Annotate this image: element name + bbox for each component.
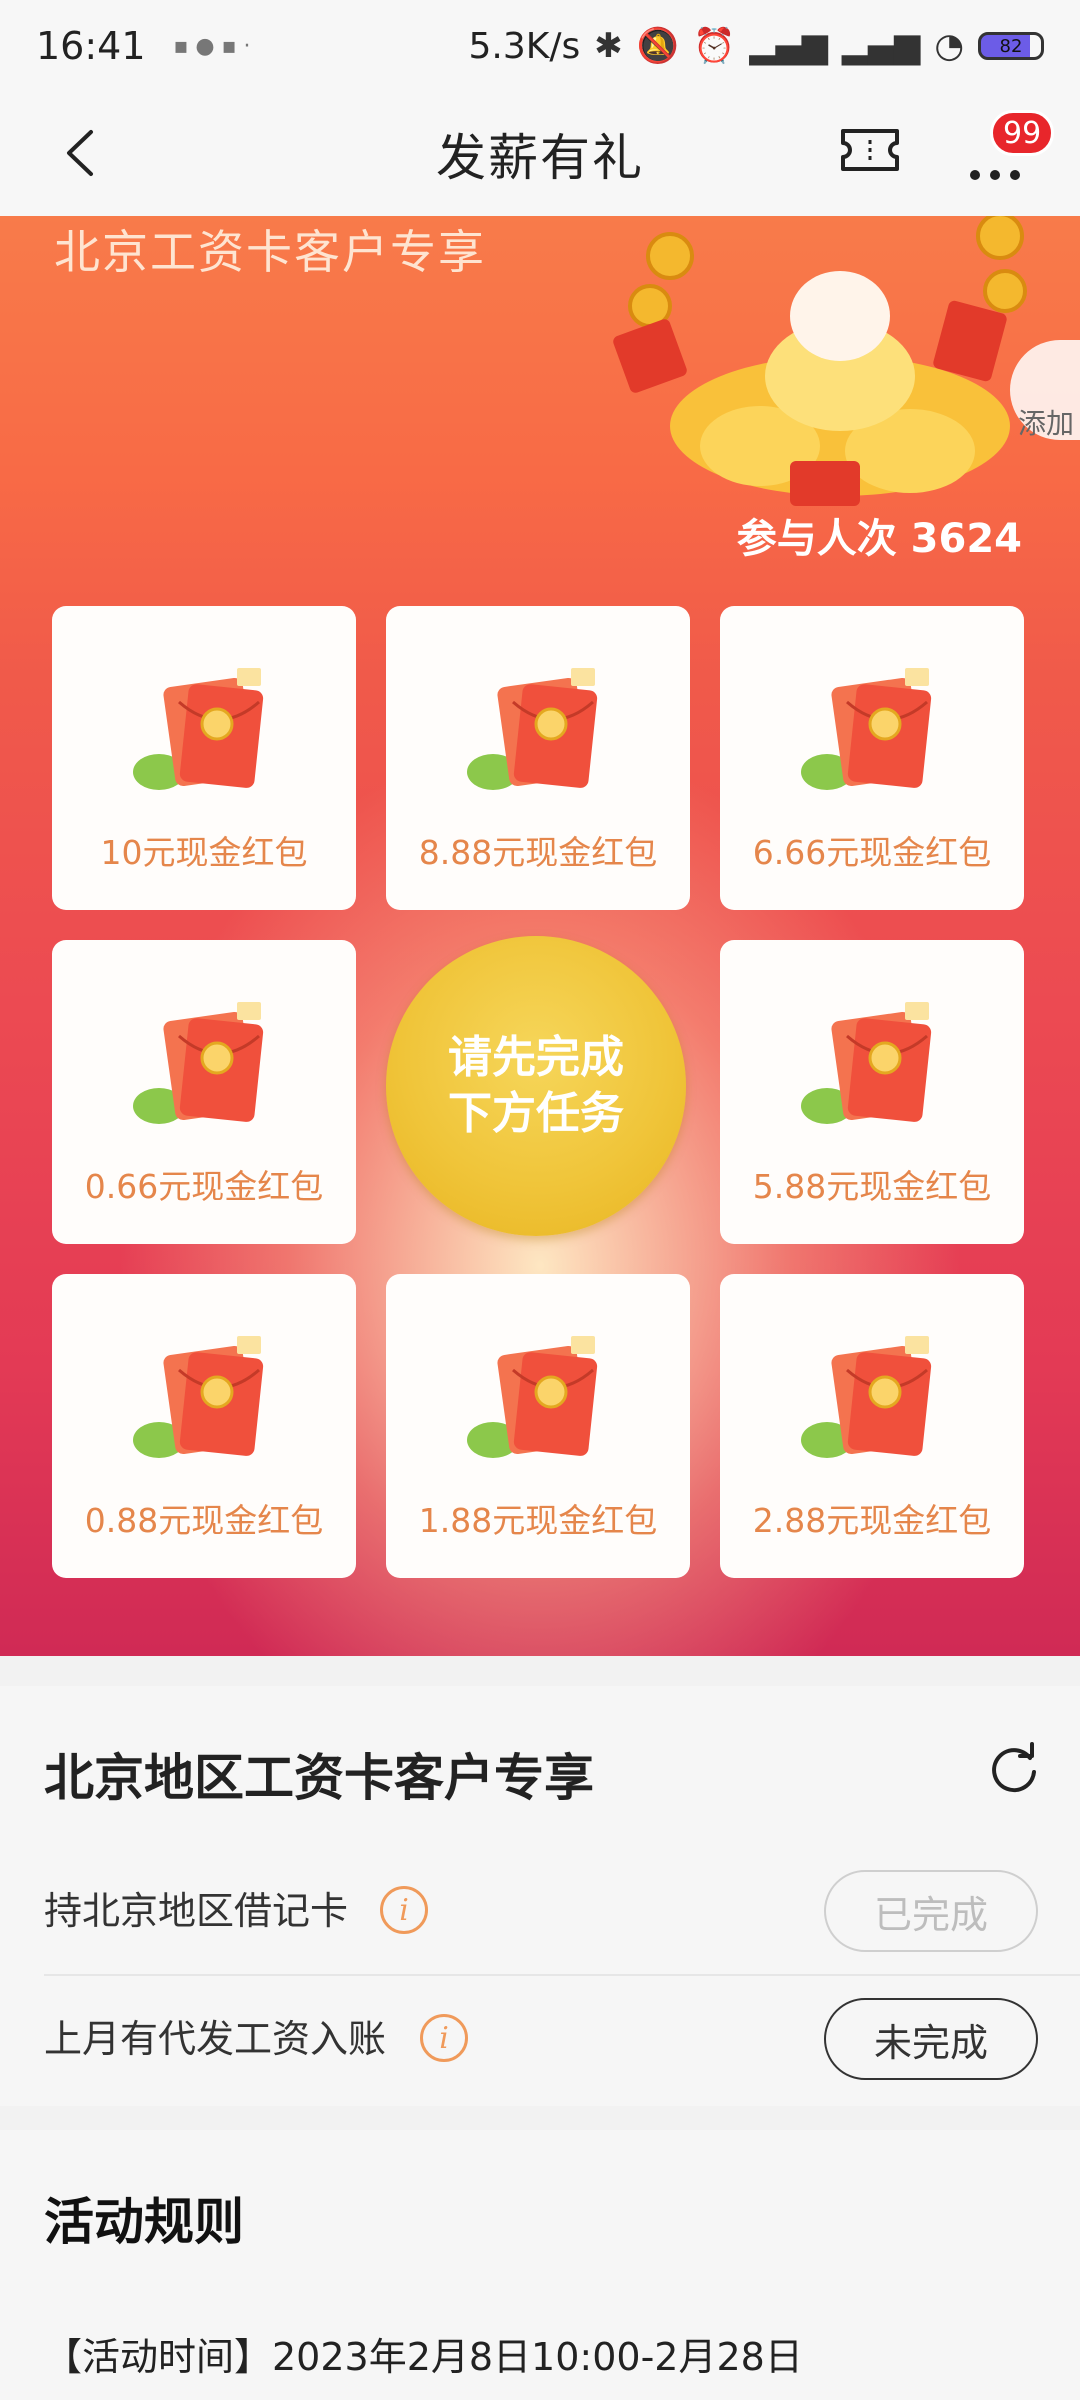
- divider: [44, 1974, 1080, 1976]
- prize-label: 1.88元现金红包: [418, 1501, 658, 1540]
- ticket-icon[interactable]: [840, 128, 900, 172]
- prize-label: 5.88元现金红包: [752, 1167, 992, 1206]
- prize-card[interactable]: 0.88元现金红包: [52, 1274, 356, 1578]
- prize-card[interactable]: 2.88元现金红包: [720, 1274, 1024, 1578]
- page-title: 发薪有礼: [436, 129, 644, 187]
- red-envelope-icon: [133, 1336, 264, 1458]
- network-speed: 5.3K/s: [468, 25, 581, 67]
- mascot-gold-illustration: [613, 216, 1027, 506]
- prize-card[interactable]: 5.88元现金红包: [720, 940, 1024, 1244]
- task-row: 上月有代发工资入账 i 未完成: [0, 1978, 1080, 2098]
- red-envelope-icon: [467, 668, 598, 790]
- task-status-button[interactable]: 已完成: [824, 1870, 1038, 1952]
- red-envelope-icon: [133, 668, 264, 790]
- task-label: 持北京地区借记卡: [44, 1889, 349, 1933]
- chevron-left-icon: [67, 130, 93, 176]
- prize-label: 0.88元现金红包: [84, 1501, 324, 1540]
- status-bar: 16:41 ▪ ● ▪ · 5.3K/s ✱ 🔕 ⏰ ▂▄▆ ▂▄▆ ◔ 82: [0, 0, 1080, 92]
- prize-label: 0.66元现金红包: [84, 1167, 324, 1206]
- nav-bar: 发薪有礼 99: [0, 92, 1080, 216]
- red-envelope-icon: [133, 1002, 264, 1124]
- task-row: 持北京地区借记卡 i 已完成: [0, 1850, 1080, 1970]
- prize-label: 8.88元现金红包: [418, 833, 658, 872]
- red-envelope-icon: [467, 1336, 598, 1458]
- prize-card[interactable]: 8.88元现金红包: [386, 606, 690, 910]
- banner-title: 北京工资卡客户专享: [54, 225, 486, 279]
- rules-title: 活动规则: [44, 2193, 244, 2251]
- prize-label: 2.88元现金红包: [752, 1501, 992, 1540]
- prize-banner: 北京工资卡客户专享 添加 参与人次 3624 10元现金红包 8.88元现金红包…: [0, 216, 1080, 1656]
- rules-section: 活动规则 【活动时间】2023年2月8日10:00-2月28日: [0, 2130, 1080, 2400]
- center-button-line-1: 请先完成: [448, 1032, 624, 1083]
- alarm-icon: ⏰: [693, 26, 736, 66]
- tasks-title: 北京地区工资卡客户专享: [44, 1749, 594, 1807]
- prize-card[interactable]: 0.66元现金红包: [52, 940, 356, 1244]
- prize-card[interactable]: 10元现金红包: [52, 606, 356, 910]
- back-button[interactable]: [46, 118, 116, 188]
- bluetooth-icon: ✱: [594, 26, 623, 66]
- center-button-line-2: 下方任务: [448, 1088, 624, 1139]
- prize-label: 6.66元现金红包: [752, 833, 992, 872]
- notification-badge: 99: [990, 110, 1055, 156]
- status-indicators: 5.3K/s ✱ 🔕 ⏰ ▂▄▆ ▂▄▆ ◔ 82: [468, 26, 1044, 67]
- refresh-icon[interactable]: [986, 1742, 1042, 1798]
- battery-icon: 82: [978, 32, 1044, 60]
- task-label: 上月有代发工资入账: [44, 2017, 387, 2061]
- prize-card[interactable]: 1.88元现金红包: [386, 1274, 690, 1578]
- complete-tasks-button[interactable]: 请先完成 下方任务: [386, 936, 686, 1236]
- info-icon[interactable]: i: [380, 1886, 428, 1934]
- notification-icon: ▪ ● ▪ ·: [173, 33, 251, 59]
- mute-icon: 🔕: [636, 26, 680, 66]
- add-side-tab-label: 添加: [1018, 407, 1075, 440]
- prize-label: 10元现金红包: [100, 833, 308, 872]
- info-icon[interactable]: i: [420, 2014, 468, 2062]
- red-envelope-icon: [801, 668, 932, 790]
- prize-card[interactable]: 6.66元现金红包: [720, 606, 1024, 910]
- wifi-icon: ◔: [934, 26, 964, 66]
- signal-hd-icon: ▂▄▆: [749, 26, 828, 66]
- participants-count: 参与人次 3624: [736, 516, 1022, 562]
- status-time: 16:41: [36, 24, 146, 68]
- task-status-button[interactable]: 未完成: [824, 1998, 1038, 2080]
- red-envelope-icon: [801, 1002, 932, 1124]
- tasks-section: 北京地区工资卡客户专享 持北京地区借记卡 i 已完成 上月有代发工资入账 i 未…: [0, 1686, 1080, 2106]
- red-envelope-icon: [801, 1336, 932, 1458]
- rules-time-text: 【活动时间】2023年2月8日10:00-2月28日: [44, 2335, 803, 2379]
- signal-hd-icon-2: ▂▄▆: [841, 26, 921, 66]
